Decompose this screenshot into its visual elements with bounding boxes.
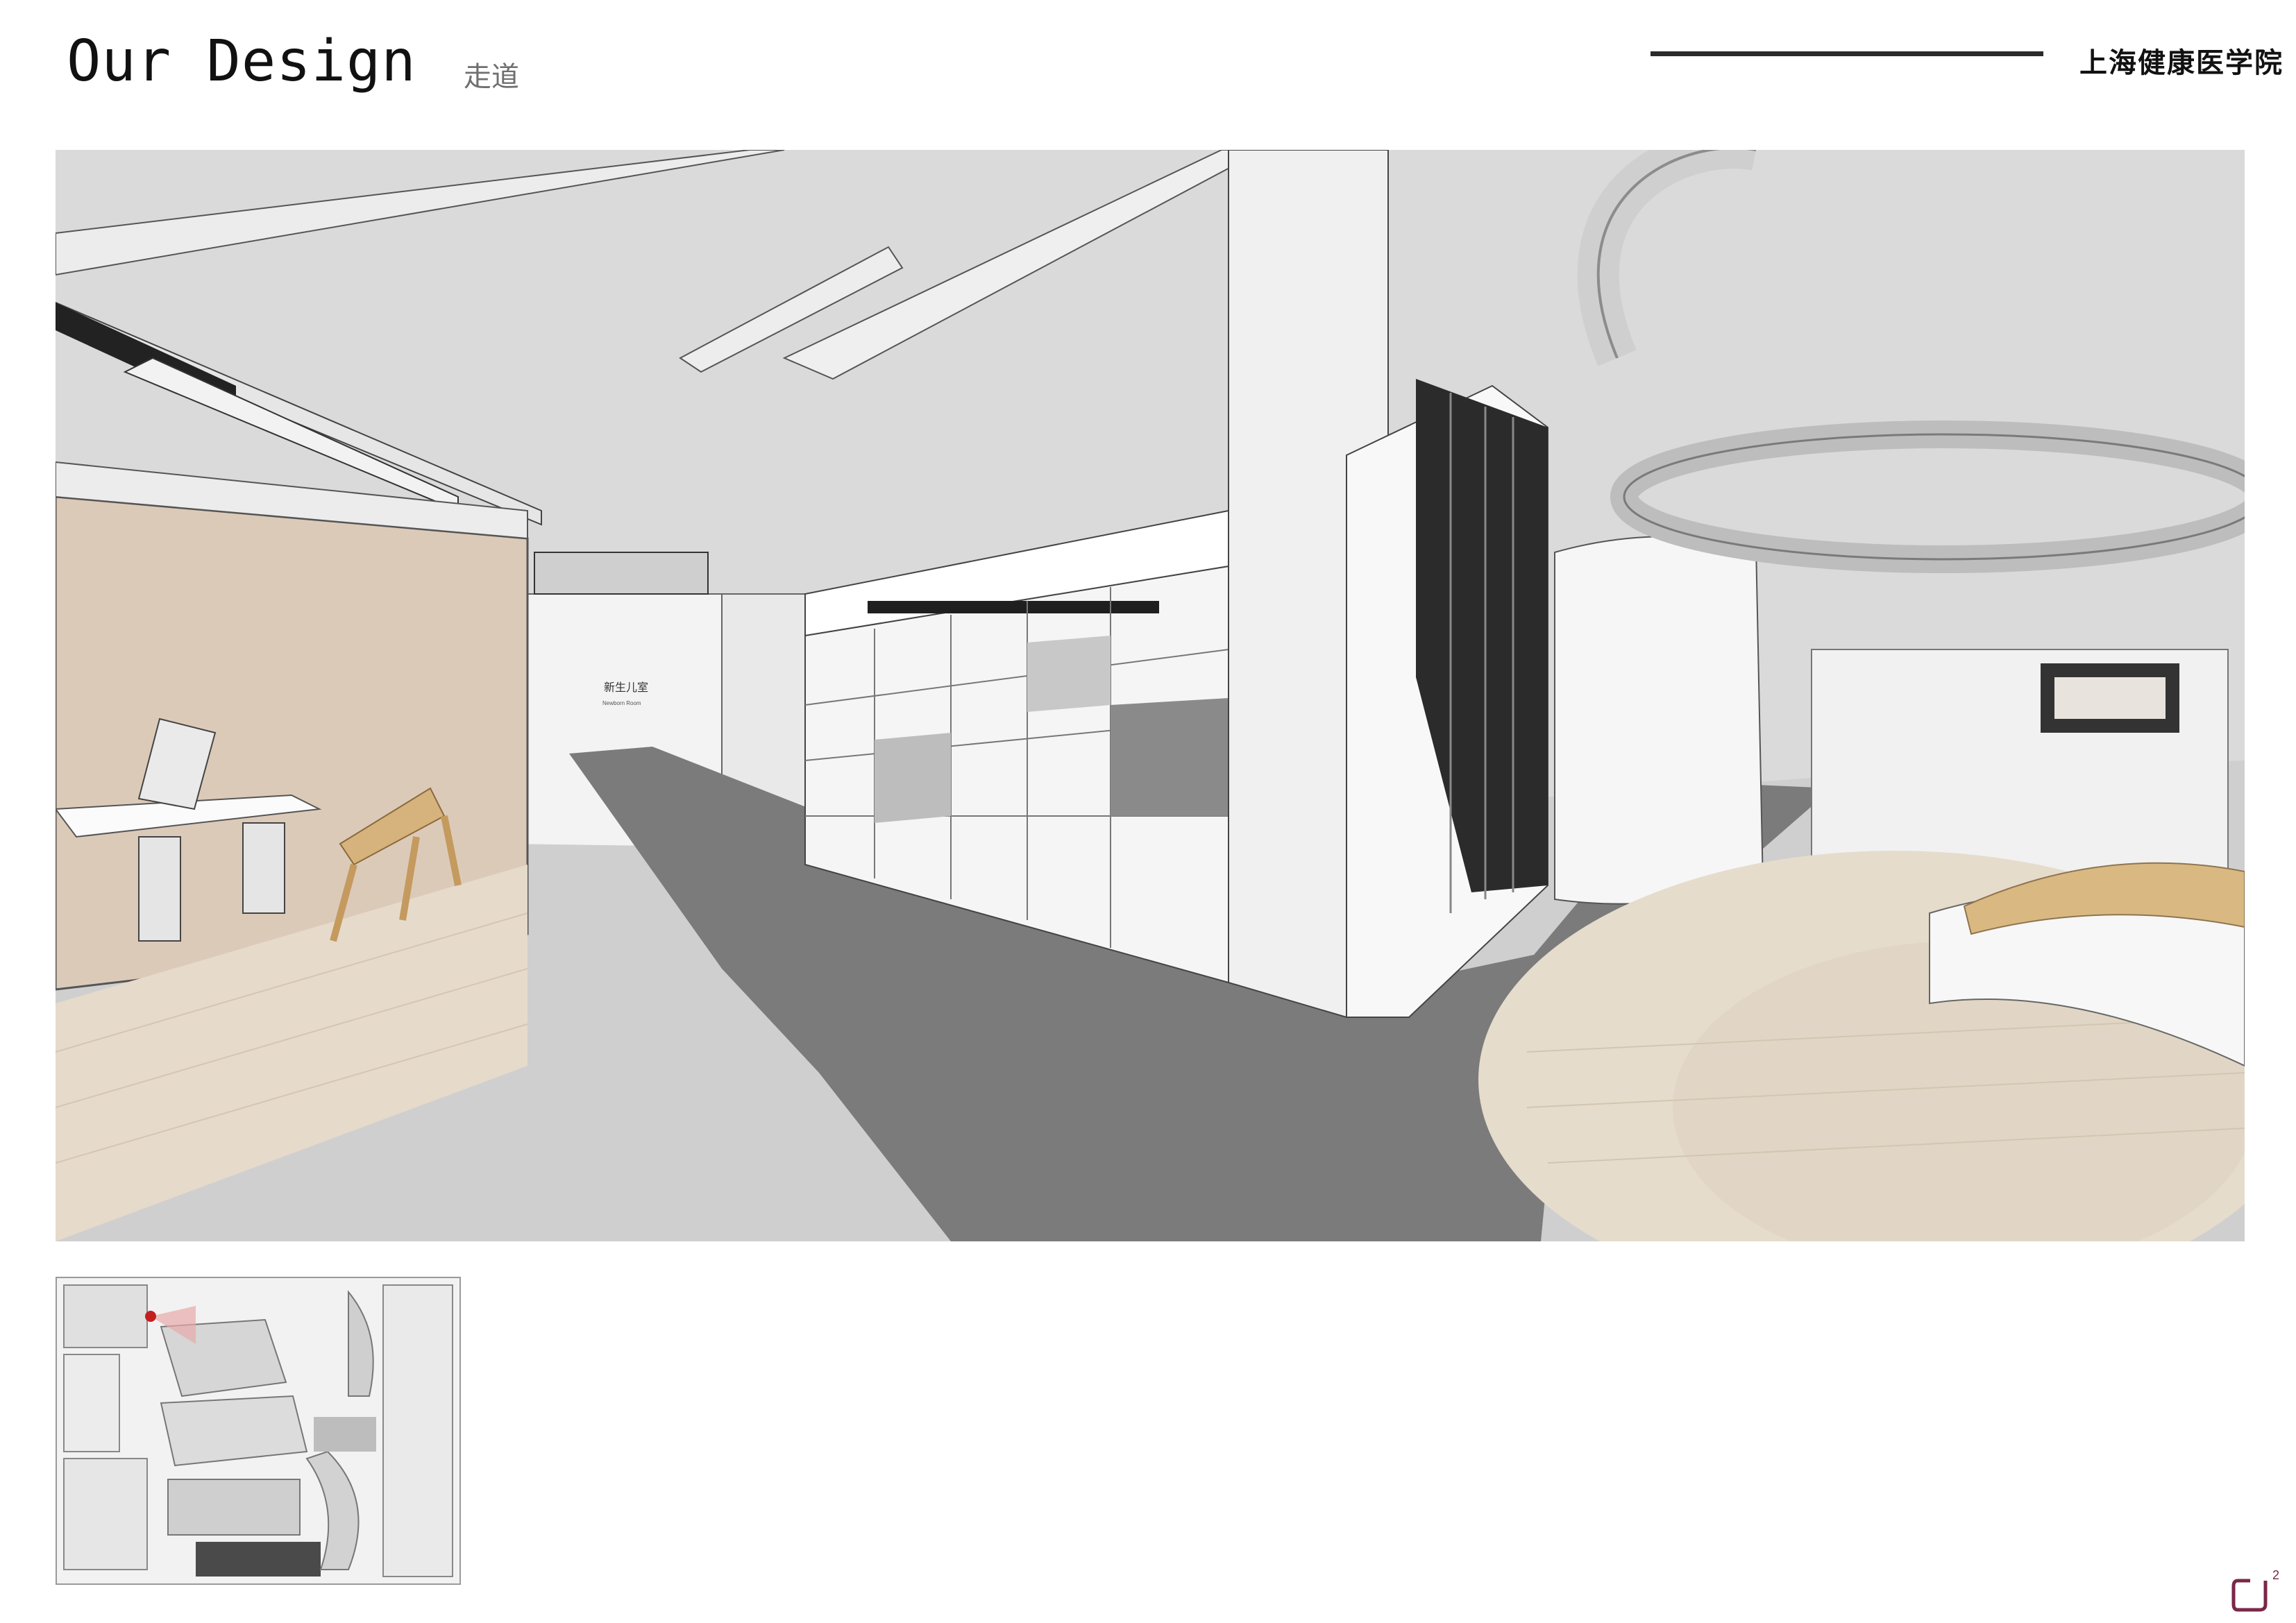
room-sign-en: Newborn Room — [602, 700, 641, 706]
header-rule — [1651, 51, 2043, 56]
brand-logo-icon: 2 — [2229, 1567, 2285, 1615]
svg-text:2: 2 — [2272, 1568, 2279, 1582]
location-marker-icon — [145, 1311, 156, 1322]
floor-plan-keymap — [56, 1277, 461, 1585]
section-subtitle: 走道 — [464, 62, 519, 92]
institution-name: 上海健康医学院 — [2079, 48, 2284, 78]
room-sign-cn: 新生儿室 — [604, 681, 648, 694]
corridor-rendering: 新生儿室 Newborn Room — [56, 150, 2245, 1241]
page-title: Our Design — [67, 28, 416, 94]
